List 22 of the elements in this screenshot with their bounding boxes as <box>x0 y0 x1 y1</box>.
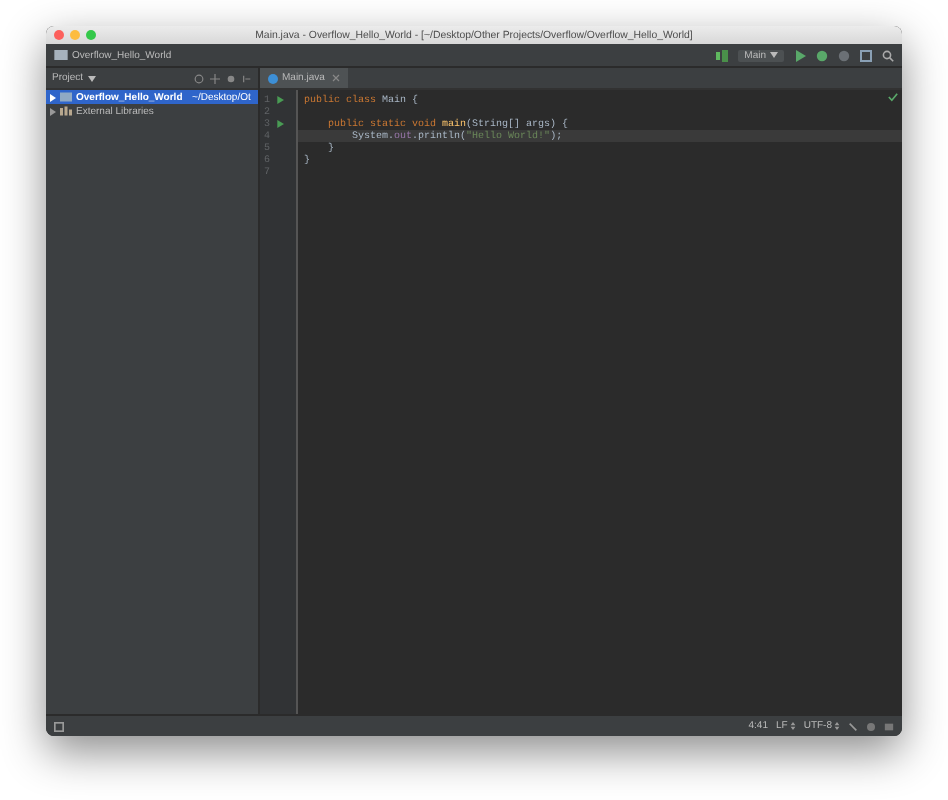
hide-icon[interactable] <box>242 73 252 83</box>
caret-icon <box>770 52 778 58</box>
updown-icon <box>789 722 796 730</box>
close-tab-icon[interactable] <box>332 74 341 82</box>
sync-icon[interactable] <box>194 73 204 83</box>
close-button[interactable] <box>54 30 64 40</box>
collapse-icon[interactable] <box>210 73 220 83</box>
folder-icon <box>60 92 72 102</box>
build-icon[interactable] <box>716 49 729 61</box>
folder-icon <box>54 50 68 60</box>
search-icon[interactable] <box>882 49 894 61</box>
class-icon <box>268 73 278 83</box>
library-icon <box>60 106 72 116</box>
debug-icon[interactable] <box>816 49 828 61</box>
caret-icon <box>87 75 96 81</box>
check-icon <box>888 92 898 102</box>
run-icon[interactable] <box>276 96 284 104</box>
updown-icon <box>834 722 840 730</box>
run-icon[interactable] <box>276 120 284 128</box>
structure-icon[interactable] <box>860 49 872 61</box>
tool-windows-icon[interactable] <box>54 721 64 731</box>
run-icon[interactable] <box>794 49 806 61</box>
